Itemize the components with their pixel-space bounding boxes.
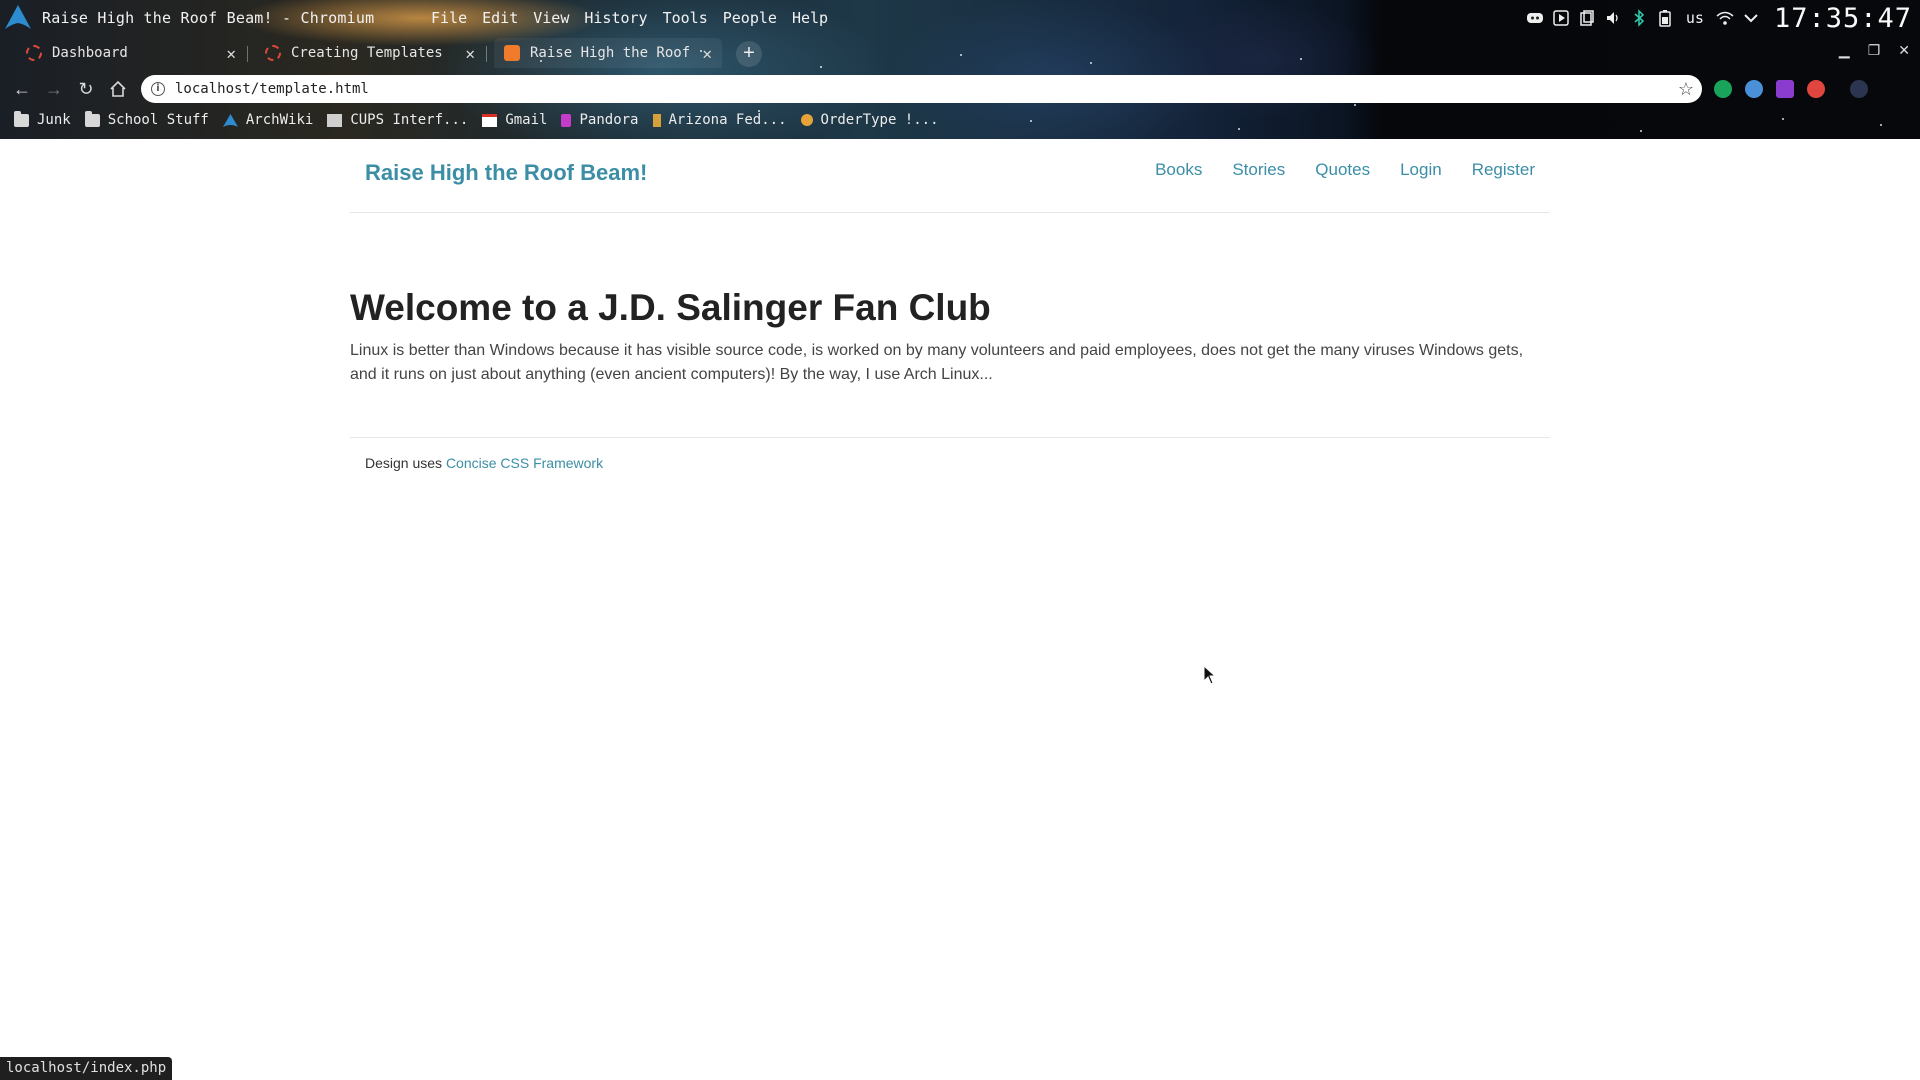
bookmark-pandora[interactable]: Pandora xyxy=(561,112,639,128)
bookmark-star-icon[interactable]: ☆ xyxy=(1678,79,1694,100)
tab-strip: Dashboard ✕ Creating Templates ✕ Raise H… xyxy=(0,38,1920,68)
tab-label: Raise High the Roof xyxy=(530,45,691,61)
browser-chrome: Raise High the Roof Beam! - Chromium Fil… xyxy=(0,0,1920,139)
bookmark-gmail[interactable]: Gmail xyxy=(482,112,547,128)
menu-tools[interactable]: Tools xyxy=(663,9,708,27)
clock: 17:35:47 xyxy=(1773,2,1912,34)
bookmark-junk[interactable]: Junk xyxy=(14,110,71,128)
bookmark-archwiki[interactable]: ArchWiki xyxy=(222,112,314,128)
media-play-icon[interactable] xyxy=(1552,9,1570,27)
page-container: Raise High the Roof Beam! Books Stories … xyxy=(350,139,1550,471)
menu-help[interactable]: Help xyxy=(792,9,828,27)
battery-icon[interactable] xyxy=(1656,9,1674,27)
intro-paragraph: Linux is better than Windows because it … xyxy=(350,342,1524,383)
reload-icon[interactable]: ↻ xyxy=(74,77,98,101)
site-nav: Books Stories Quotes Login Register xyxy=(1155,160,1535,180)
bookmark-label: Arizona Fed... xyxy=(668,112,787,128)
xampp-favicon-icon xyxy=(504,45,520,61)
window-title: Raise High the Roof Beam! - Chromium xyxy=(42,9,375,27)
volume-icon[interactable] xyxy=(1604,9,1622,27)
browser-toolbar: ← → ↻ i localhost/template.html ☆ xyxy=(0,72,1920,106)
close-icon[interactable]: ✕ xyxy=(465,44,475,63)
nav-quotes[interactable]: Quotes xyxy=(1315,160,1370,180)
bookmark-cups[interactable]: CUPS Interf... xyxy=(327,112,468,128)
profile-avatar-icon[interactable] xyxy=(1850,80,1868,98)
nav-register[interactable]: Register xyxy=(1472,160,1535,180)
bookmark-school-stuff[interactable]: School Stuff xyxy=(84,110,209,128)
extension-icons xyxy=(1714,80,1868,98)
arch-linux-icon[interactable] xyxy=(4,4,32,30)
discord-icon[interactable] xyxy=(1526,9,1544,27)
tab-label: Creating Templates xyxy=(291,45,443,61)
arch-icon xyxy=(222,113,238,127)
gmail-icon xyxy=(482,113,498,127)
folder-icon xyxy=(84,110,100,127)
menu-edit[interactable]: Edit xyxy=(482,9,518,27)
close-icon[interactable]: ✕ xyxy=(226,44,236,63)
bookmark-label: School Stuff xyxy=(107,112,209,128)
home-icon[interactable] xyxy=(106,77,130,101)
chevron-down-icon[interactable] xyxy=(1742,9,1760,27)
arizona-icon xyxy=(652,113,661,127)
forward-arrow-icon[interactable]: → xyxy=(42,77,66,101)
nav-books[interactable]: Books xyxy=(1155,160,1202,180)
close-icon[interactable]: ✕ xyxy=(702,44,712,63)
bookmarks-bar: Junk School Stuff ArchWiki CUPS Interf..… xyxy=(0,108,1920,132)
footer-prefix: Design uses xyxy=(365,455,446,471)
bookmark-label: ArchWiki xyxy=(245,112,314,128)
system-top-bar: Raise High the Roof Beam! - Chromium Fil… xyxy=(0,0,1920,35)
bookmark-label: Pandora xyxy=(579,112,639,128)
tab-raise-high-active[interactable]: Raise High the Roof ✕ xyxy=(494,38,722,68)
menu-history[interactable]: History xyxy=(584,9,647,27)
minimize-icon[interactable]: ▁ xyxy=(1839,42,1850,59)
page-heading: Welcome to a J.D. Salinger Fan Club xyxy=(350,287,991,328)
url-text[interactable]: localhost/template.html xyxy=(175,81,369,97)
footer-text: Design uses Concise CSS Framework xyxy=(365,455,603,471)
bookmark-label: OrderType !... xyxy=(820,112,939,128)
clipboard-icon[interactable] xyxy=(1578,9,1596,27)
mouse-cursor-icon xyxy=(1203,665,1217,685)
app-menu-bar: File Edit View History Tools People Help xyxy=(431,9,843,27)
nav-login[interactable]: Login xyxy=(1400,160,1442,180)
menu-file[interactable]: File xyxy=(431,9,467,27)
web-page: Raise High the Roof Beam! Books Stories … xyxy=(0,139,1920,1080)
bluetooth-icon[interactable] xyxy=(1630,9,1648,27)
cups-icon xyxy=(327,113,343,127)
tab-creating-templates[interactable]: Creating Templates ✕ xyxy=(255,38,487,68)
templates-favicon-icon xyxy=(265,45,281,61)
folder-icon xyxy=(14,110,29,127)
bookmark-label: Gmail xyxy=(505,112,548,128)
red-extension-icon[interactable] xyxy=(1807,80,1825,98)
tab-dashboard[interactable]: Dashboard ✕ xyxy=(16,38,248,68)
menu-view[interactable]: View xyxy=(533,9,569,27)
bookmark-arizona[interactable]: Arizona Fed... xyxy=(652,112,787,128)
system-tray: us 17:35:47 xyxy=(1526,2,1912,34)
window-controls: ▁ ❐ ✕ xyxy=(1839,42,1910,59)
menu-people[interactable]: People xyxy=(723,9,777,27)
info-icon[interactable]: i xyxy=(151,82,165,96)
site-header: Raise High the Roof Beam! Books Stories … xyxy=(350,139,1550,213)
blue-extension-icon[interactable] xyxy=(1745,80,1763,98)
pandora-icon xyxy=(561,113,572,127)
restore-icon[interactable]: ❐ xyxy=(1868,42,1881,59)
site-title-link[interactable]: Raise High the Roof Beam! xyxy=(365,160,647,186)
bookmark-label: Junk xyxy=(37,112,71,128)
back-arrow-icon[interactable]: ← xyxy=(10,77,34,101)
close-window-icon[interactable]: ✕ xyxy=(1898,42,1910,59)
green-extension-icon[interactable] xyxy=(1714,80,1732,98)
nav-stories[interactable]: Stories xyxy=(1232,160,1285,180)
site-footer: Design uses Concise CSS Framework xyxy=(350,437,1550,487)
concise-css-link[interactable]: Concise CSS Framework xyxy=(446,455,603,471)
purple-extension-icon[interactable] xyxy=(1776,80,1794,98)
dashboard-favicon-icon xyxy=(26,45,42,61)
keyboard-layout-indicator[interactable]: us xyxy=(1686,9,1704,27)
status-bar-url: localhost/index.php xyxy=(0,1057,173,1080)
new-tab-button[interactable]: + xyxy=(736,41,762,67)
wifi-icon[interactable] xyxy=(1716,9,1734,27)
bookmark-ordertype[interactable]: OrderType !... xyxy=(800,112,939,128)
ordertype-icon xyxy=(800,114,813,126)
bookmark-label: CUPS Interf... xyxy=(350,112,469,128)
address-bar[interactable]: i localhost/template.html ☆ xyxy=(141,75,1702,103)
tab-label: Dashboard xyxy=(52,45,128,61)
